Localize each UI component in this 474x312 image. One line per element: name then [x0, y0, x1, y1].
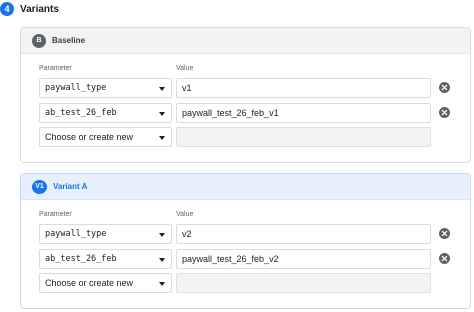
value-input[interactable]: paywall_test_26_feb_v2	[176, 249, 431, 269]
remove-row-button[interactable]	[439, 82, 450, 93]
parameter-select-value: paywall_type	[45, 83, 107, 93]
value-input-disabled	[176, 273, 431, 293]
parameter-label: Parameter	[39, 65, 72, 72]
variant-badge: V1	[32, 179, 47, 194]
parameter-select-value: ab_test_26_feb	[45, 108, 117, 118]
dropdown-caret-icon	[159, 282, 165, 286]
parameter-label: Parameter	[39, 211, 72, 218]
new-parameter-select[interactable]: Choose or create new	[39, 127, 172, 147]
parameter-select[interactable]: paywall_type	[39, 78, 172, 98]
remove-row-button[interactable]	[439, 228, 450, 239]
close-icon	[441, 230, 448, 237]
parameter-select-value: paywall_type	[45, 229, 107, 239]
new-parameter-row: Choose or create new	[39, 273, 454, 293]
remove-row-button[interactable]	[439, 253, 450, 264]
remove-row-button[interactable]	[439, 107, 450, 118]
close-icon	[441, 109, 448, 116]
value-label: Value	[176, 211, 194, 218]
variant-badge: B	[32, 33, 46, 48]
close-icon	[441, 255, 448, 262]
dropdown-caret-icon	[159, 233, 165, 237]
variant-card-header: V1 Variant A	[21, 174, 470, 200]
close-icon	[441, 84, 448, 91]
step-number-badge: 4	[0, 2, 14, 16]
parameter-row: ab_test_26_feb paywall_test_26_feb_v2	[39, 249, 454, 269]
parameter-select[interactable]: ab_test_26_feb	[39, 249, 172, 269]
value-input[interactable]: v2	[176, 224, 431, 244]
variant-card-variant-a: V1 Variant A Parameter Value paywall_typ…	[20, 173, 471, 309]
dropdown-caret-icon	[159, 87, 165, 91]
variant-name: Baseline	[52, 36, 85, 45]
value-input[interactable]: paywall_test_26_feb_v1	[176, 103, 431, 123]
value-input[interactable]: v1	[176, 78, 431, 98]
parameter-row: ab_test_26_feb paywall_test_26_feb_v1	[39, 103, 454, 123]
variant-name: Variant A	[53, 182, 88, 191]
section-header: 4 Variants	[0, 0, 59, 18]
new-parameter-select[interactable]: Choose or create new	[39, 273, 172, 293]
new-parameter-placeholder: Choose or create new	[45, 132, 134, 142]
section-title: Variants	[20, 3, 59, 15]
value-input-disabled	[176, 127, 431, 147]
dropdown-caret-icon	[159, 112, 165, 116]
parameter-select[interactable]: paywall_type	[39, 224, 172, 244]
variant-card-header: B Baseline	[21, 28, 470, 54]
parameter-row: paywall_type v1	[39, 78, 454, 98]
new-parameter-placeholder: Choose or create new	[45, 278, 134, 288]
parameter-row: paywall_type v2	[39, 224, 454, 244]
new-parameter-row: Choose or create new	[39, 127, 454, 147]
dropdown-caret-icon	[159, 136, 165, 140]
value-label: Value	[176, 65, 194, 72]
dropdown-caret-icon	[159, 258, 165, 262]
variant-card-baseline: B Baseline Parameter Value paywall_type …	[20, 27, 471, 163]
parameter-select[interactable]: ab_test_26_feb	[39, 103, 172, 123]
parameter-select-value: ab_test_26_feb	[45, 254, 117, 264]
